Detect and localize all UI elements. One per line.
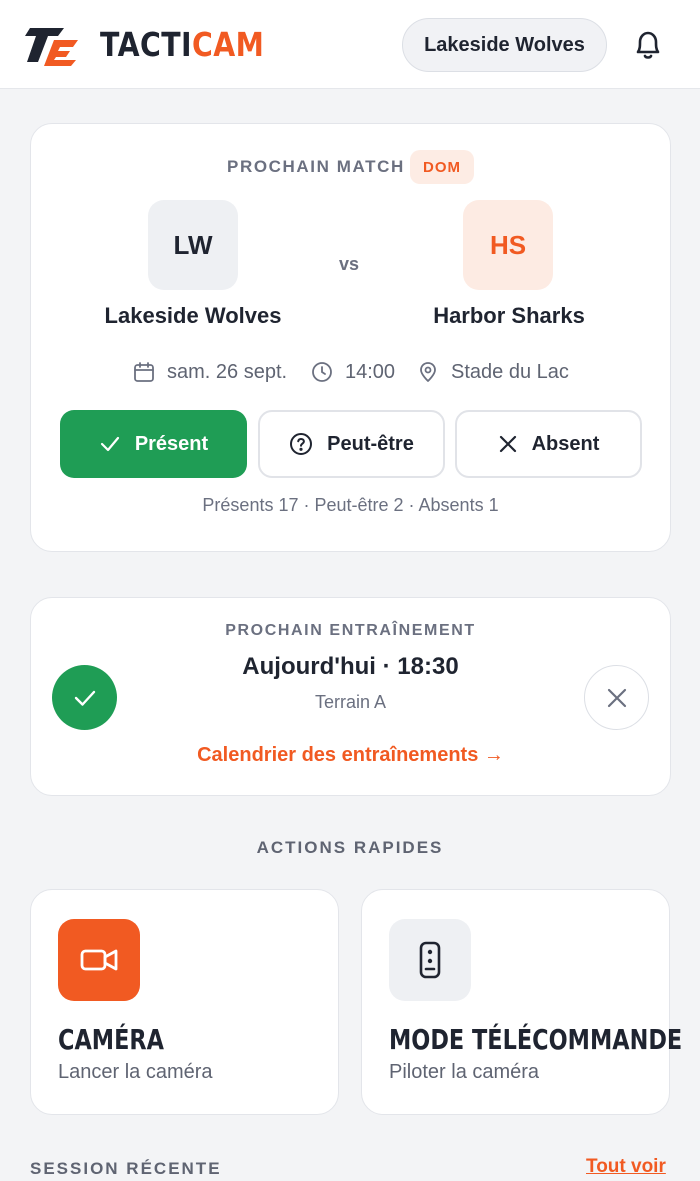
- team-selector-button[interactable]: Lakeside Wolves: [402, 18, 607, 72]
- camera-action-card[interactable]: CAMÉRA Lancer la caméra: [30, 889, 339, 1115]
- next-training-label: PROCHAIN ENTRAÎNEMENT: [225, 622, 476, 639]
- training-calendar-link[interactable]: Calendrier des entraînements →: [31, 744, 670, 767]
- match-time-text: 14:00: [345, 360, 396, 383]
- training-place: Terrain A: [314, 692, 387, 712]
- training-decline-button[interactable]: [584, 665, 649, 730]
- check-icon: [100, 436, 119, 452]
- away-team-logo: HS: [463, 200, 553, 290]
- training-title: Aujourd'hui · 18:30: [242, 653, 459, 680]
- home-team-name: Lakeside Wolves: [104, 303, 282, 328]
- bell-icon[interactable]: [630, 27, 666, 63]
- tacticam-logo-icon: [25, 28, 78, 66]
- rsvp-maybe-label: Peut-être: [327, 432, 414, 455]
- question-circle-icon: [290, 433, 313, 455]
- rsvp-absent-label: Absent: [531, 432, 600, 455]
- next-match-label: PROCHAIN MATCH: [227, 157, 405, 176]
- close-icon: [607, 688, 626, 707]
- brand-name-accent: CAM: [192, 25, 265, 64]
- close-icon: [499, 435, 516, 453]
- app-header: TACTICAM Lakeside Wolves: [0, 0, 700, 89]
- match-location-text: Stade du Lac: [451, 360, 569, 383]
- camera-action-subtitle: Lancer la caméra: [58, 1061, 213, 1083]
- brand-wordmark: TACTICAM: [100, 24, 264, 66]
- remote-icon-tile: [389, 919, 471, 1001]
- clock-icon: [312, 362, 332, 382]
- match-date-text: sam. 26 sept.: [167, 360, 288, 383]
- camera-icon-tile: [58, 919, 140, 1001]
- home-team-logo: LW: [148, 200, 238, 290]
- rsvp-maybe-button[interactable]: Peut-être: [258, 410, 445, 478]
- home-badge: DOM: [410, 150, 474, 184]
- match-time: 14:00: [311, 357, 395, 387]
- away-team-name: Harbor Sharks: [433, 303, 585, 328]
- video-camera-icon: [80, 949, 118, 971]
- location-pin-icon: [420, 362, 436, 382]
- rsvp-present-button[interactable]: Présent: [60, 410, 247, 478]
- rsvp-absent-button[interactable]: Absent: [455, 410, 642, 478]
- see-all-link[interactable]: Tout voir: [586, 1156, 666, 1178]
- next-training-card: PROCHAIN ENTRAÎNEMENT Aujourd'hui · 18:3…: [30, 597, 671, 796]
- rsvp-present-label: Présent: [134, 432, 209, 455]
- remote-mode-action-subtitle: Piloter la caméra: [389, 1061, 540, 1083]
- brand-name-dark: TACTI: [100, 25, 193, 64]
- versus-label: vs: [339, 254, 360, 274]
- match-location: Stade du Lac: [417, 357, 569, 387]
- camera-action-title: CAMÉRA: [58, 1023, 164, 1056]
- quick-actions-label: ACTIONS RAPIDES: [256, 838, 444, 857]
- remote-mode-action-card[interactable]: MODE TÉLÉCOMMANDE Piloter la caméra: [361, 889, 682, 1115]
- calendar-icon: [134, 362, 154, 382]
- match-date: sam. 26 sept.: [133, 357, 287, 387]
- remote-control-icon: [419, 941, 441, 979]
- next-match-card: PROCHAIN MATCH DOM LW vs HS Lakeside Wol…: [30, 123, 671, 552]
- remote-mode-action-title: MODE TÉLÉCOMMANDE: [389, 1023, 683, 1056]
- recent-session-label: SESSION RÉCENTE: [30, 1159, 222, 1178]
- rsvp-counts: Présents 17 · Peut-être 2 · Absents 1: [202, 495, 499, 515]
